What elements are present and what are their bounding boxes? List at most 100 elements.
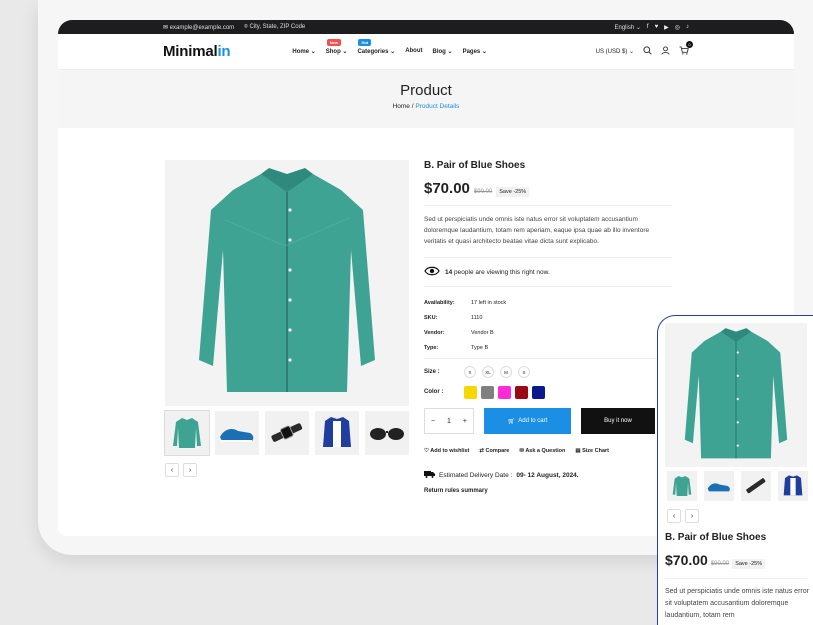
ask-question-link[interactable]: ✉ Ask a Question — [519, 448, 565, 454]
email-link[interactable]: ✉ example@example.com — [163, 24, 234, 31]
meta-row: Type: Type B — [424, 344, 489, 351]
mobile-thumbnail-shirt[interactable] — [667, 471, 697, 501]
chevron-down-icon: ⌄ — [480, 49, 487, 55]
thumbnail-blue-shoes[interactable] — [215, 411, 259, 455]
chevron-left-icon[interactable]: ‹ — [165, 463, 179, 477]
facebook-icon[interactable]: f — [647, 24, 649, 30]
eye-icon — [424, 266, 440, 278]
wishlist-link[interactable]: ♡ Add to wishlist — [424, 448, 469, 454]
chevron-down-icon: ⌄ — [445, 49, 453, 55]
cart-count-badge: 0 — [686, 41, 693, 48]
nav-item-categories[interactable]: Hot Categories ⌄ — [357, 39, 396, 55]
mobile-product-image[interactable] — [665, 323, 807, 467]
add-to-cart-button[interactable]: 🛒︎ Add to cart — [484, 408, 571, 434]
meta-row: Availability: 17 left in stock — [424, 299, 507, 306]
thumbnail-watch[interactable] — [265, 411, 309, 455]
mobile-thumbnail-jacket[interactable] — [778, 471, 808, 501]
chevron-right-icon[interactable]: › — [685, 509, 699, 523]
currency-select[interactable]: US (USD $) ⌄ — [596, 48, 634, 55]
divider — [665, 578, 807, 579]
size-selector: Size : X XL M S — [424, 362, 672, 382]
color-swatch[interactable] — [515, 385, 528, 399]
nav-item-shop[interactable]: New Shop ⌄ — [326, 39, 347, 55]
compare-link[interactable]: ⇄ Compare — [479, 448, 509, 454]
size-option[interactable]: XL — [482, 366, 494, 378]
twitter-icon[interactable]: ♥ — [655, 24, 659, 30]
cart-icon: 🛒︎ — [507, 418, 516, 425]
product-meta: Availability: 17 left in stock SKU: 1110 Ven… — [424, 295, 672, 355]
thumbnail-jacket[interactable] — [315, 411, 359, 455]
chevron-right-icon[interactable]: › — [183, 463, 197, 477]
color-swatch[interactable] — [481, 385, 494, 399]
thumbnail-shirt[interactable] — [164, 410, 210, 456]
mobile-thumbnail-watch[interactable] — [741, 471, 771, 501]
user-icon[interactable] — [661, 46, 670, 57]
truck-icon — [424, 470, 435, 480]
minus-button[interactable]: − — [431, 418, 435, 425]
viewing-notice: 14 people are viewing this right now. — [424, 266, 672, 278]
main-nav: Home ⌄ New Shop ⌄ Hot Categories ⌄ About Blog … — [292, 39, 487, 55]
search-icon[interactable] — [643, 46, 652, 57]
mail-icon: ✉ — [519, 448, 524, 454]
meta-row: SKU: 1110 — [424, 314, 483, 321]
mobile-thumbnail-blue-shoes[interactable] — [704, 471, 734, 501]
site-logo[interactable]: Minimalin — [163, 43, 231, 60]
product-title: B. Pair of Blue Shoes — [424, 160, 526, 171]
location-link[interactable]: ⌾ City, State, ZIP Code — [244, 24, 305, 31]
return-rules-link[interactable]: Return rules summary — [424, 488, 672, 494]
nav-item-blog[interactable]: Blog ⌄ — [433, 48, 453, 55]
product-info: B. Pair of Blue Shoes $70.00 $90.00 Save… — [424, 160, 672, 494]
mail-icon: ✉ — [163, 24, 169, 31]
site-header: Minimalin Home ⌄ New Shop ⌄ Hot Categories ⌄… — [58, 34, 794, 70]
mobile-price-row: $70.00 $90.00 Save -25% — [665, 552, 766, 569]
nav-item-pages[interactable]: Pages ⌄ — [463, 48, 487, 55]
breadcrumb: Home / Product Details — [392, 103, 460, 110]
divider — [424, 358, 672, 359]
nav-item-about[interactable]: About — [405, 48, 422, 55]
color-swatch[interactable] — [532, 385, 545, 399]
location-pin-icon: ⌾ — [244, 23, 248, 30]
color-swatch[interactable] — [498, 385, 511, 399]
color-selector: Color : — [424, 382, 672, 402]
color-swatch[interactable] — [464, 385, 477, 399]
chevron-left-icon[interactable]: ‹ — [667, 509, 681, 523]
buy-now-button[interactable]: Buy it now — [581, 408, 655, 434]
breadcrumb-current: Product Details — [415, 103, 460, 110]
instagram-icon[interactable]: ◎ — [675, 24, 680, 31]
page-title: Product — [400, 82, 452, 99]
price-row: $70.00 $90.00 Save -25% — [424, 180, 672, 197]
product-price: $70.00 — [424, 180, 470, 197]
top-bar: ✉ example@example.com ⌾ City, State, ZIP… — [58, 20, 794, 34]
tiktok-icon[interactable]: ♪ — [686, 24, 689, 30]
size-option[interactable]: M — [500, 366, 512, 378]
old-price: $90.00 — [473, 189, 493, 195]
product-description: Sed ut perspiciatis unde omnis iste natu… — [424, 216, 650, 245]
nav-badge: Hot — [358, 39, 372, 46]
size-chart-link[interactable]: ▤ Size Chart — [575, 448, 609, 454]
ruler-icon: ▤ — [575, 448, 581, 454]
youtube-icon[interactable]: ▶ — [664, 24, 669, 31]
size-option[interactable]: S — [518, 366, 530, 378]
quantity-stepper[interactable]: − 1 + — [424, 408, 474, 434]
chevron-down-icon: ⌄ — [388, 49, 396, 55]
meta-row: Vendor: Vendor B — [424, 329, 494, 336]
mobile-product-description: Sed ut perspiciatis unde omnis iste natu… — [665, 588, 809, 619]
product-main-image[interactable] — [165, 160, 409, 406]
thumbnail-sunglasses[interactable] — [365, 411, 409, 455]
product-actions: ♡ Add to wishlist ⇄ Compare ✉ Ask a Questi… — [424, 448, 672, 454]
cart-icon[interactable]: 0 — [679, 41, 693, 57]
purchase-row: − 1 + 🛒︎ Add to cart Buy it now — [424, 408, 672, 434]
chevron-down-icon: ⌄ — [635, 24, 641, 31]
language-select[interactable]: English ⌄ — [615, 24, 641, 31]
nav-badge: New — [326, 39, 341, 46]
breadcrumb-home[interactable]: Home — [393, 103, 410, 110]
save-badge: Save -25% — [496, 187, 530, 197]
nav-item-home[interactable]: Home ⌄ — [292, 48, 315, 55]
delivery-estimate: Estimated Delivery Date : 09- 12 August,… — [424, 470, 672, 480]
plus-button[interactable]: + — [463, 418, 467, 425]
size-option[interactable]: X — [464, 366, 476, 378]
compare-icon: ⇄ — [479, 448, 484, 454]
thumbnail-nav: ‹ › — [165, 463, 197, 477]
mobile-thumbnail-strip — [667, 471, 808, 501]
chevron-down-icon: ⌄ — [628, 49, 634, 55]
